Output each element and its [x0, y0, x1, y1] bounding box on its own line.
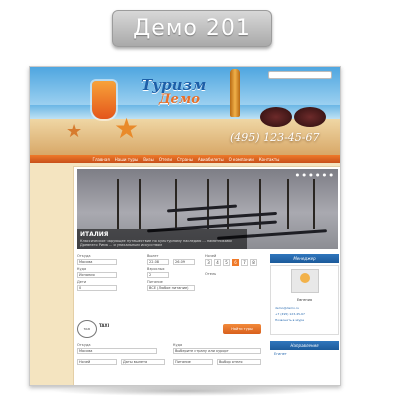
nav-item-home[interactable]: Главная [93, 157, 110, 162]
bottom-from-select[interactable]: Москва [77, 348, 157, 354]
to-select[interactable]: Испания [77, 272, 117, 278]
pole [207, 179, 209, 229]
manager-email[interactable]: demo@demo.ru [275, 306, 299, 310]
pole [175, 179, 177, 229]
sidebar: Менеджер Евгения demo@demo.ru +7 (495) 1… [270, 254, 339, 384]
sunglasses-image [256, 107, 328, 129]
main-nav: Главная Наши туры Визы Отели Страны Авиа… [30, 155, 340, 163]
manager-avatar [291, 269, 319, 293]
gondola [187, 211, 277, 222]
bottom-nights-select[interactable]: Ночей [77, 359, 117, 365]
bottom-meal-select[interactable]: Питание [173, 359, 213, 365]
logo-line-2: Демо [159, 92, 200, 107]
site-preview[interactable]: ★ ★ Туризм Демо (495) 123-45-67 Главная … [29, 66, 341, 386]
date-to-input[interactable]: 26.09 [173, 259, 195, 265]
tour-search-form: Откуда Москва Куда Испания Дети 0 Вылет … [77, 254, 265, 310]
slider-title: ИТАЛИЯ [80, 231, 109, 238]
meal-label: Питание [147, 280, 163, 284]
nights-option[interactable]: 7 [241, 259, 248, 266]
adults-select[interactable]: 2 [147, 272, 169, 278]
date-from-input[interactable]: 22.08 [147, 259, 169, 265]
bottom-to-select[interactable]: Выберите страну или курорт [173, 348, 261, 354]
directions-item[interactable]: Египет [270, 352, 339, 356]
nav-item-tours[interactable]: Наши туры [115, 157, 138, 162]
stage: Демо 201 ★ ★ Туризм Демо (495) 123-45-67… [0, 0, 400, 400]
taxi-banner: TAXI TAXI Найти туры [77, 317, 265, 339]
find-tours-button[interactable]: Найти туры [223, 324, 261, 334]
directions-header: Направления [270, 341, 339, 350]
pole [117, 179, 119, 229]
bottom-hotels-select[interactable]: Выбор отеля [217, 359, 261, 365]
slider-caption: ИТАЛИЯ Классическое чарующее путешествие… [77, 229, 247, 249]
from-select[interactable]: Москва [77, 259, 117, 265]
nav-item-countries[interactable]: Страны [177, 157, 193, 162]
slider-pager[interactable]: ● ● ● ● ● ● [296, 172, 334, 177]
content-area: ● ● ● ● ● ● ИТАЛИЯ Классическое чарующее… [73, 166, 340, 385]
manager-name: Евгения [297, 298, 312, 302]
adults-label: Взрослых [147, 267, 165, 271]
bottom-from-label: Откуда [77, 343, 91, 347]
starfish-icon: ★ [114, 112, 140, 145]
nights-option[interactable]: 4 [214, 259, 221, 266]
manager-header: Менеджер [270, 254, 339, 263]
meal-select[interactable]: ВСЕ (Любое питание) [147, 285, 195, 291]
children-select[interactable]: 0 [77, 285, 117, 291]
nav-item-visas[interactable]: Визы [143, 157, 154, 162]
manager-phone: +7 (495) 123-45-67 [275, 312, 305, 316]
pole [139, 179, 141, 229]
hero-slider[interactable]: ● ● ● ● ● ● ИТАЛИЯ Классическое чарующее… [77, 169, 338, 249]
nights-option-selected[interactable]: 6 [232, 259, 239, 266]
nav-item-hotels[interactable]: Отели [159, 157, 172, 162]
bottle-image [230, 69, 240, 117]
to-label: Куда [77, 267, 87, 271]
hotel-stars-label: Отель [205, 272, 217, 276]
lens-left [260, 107, 292, 127]
departure-label: Вылет [147, 254, 159, 258]
preview-shadow [50, 386, 320, 396]
pole [287, 179, 289, 229]
cocktail-image [92, 81, 116, 119]
bottom-dates-select[interactable]: Даты вылета [121, 359, 165, 365]
bottom-to-label: Куда [173, 343, 183, 347]
lens-right [294, 107, 326, 127]
nights-option[interactable]: 8 [250, 259, 257, 266]
header-phone: (495) 123-45-67 [230, 131, 320, 144]
starfish-small-icon: ★ [66, 121, 83, 142]
secondary-search-form: Откуда Москва Куда Выберите страну или к… [77, 343, 265, 385]
site-logo[interactable]: Туризм Демо [141, 76, 206, 107]
from-label: Откуда [77, 254, 91, 258]
taxi-logo: TAXI [77, 320, 97, 338]
nights-option[interactable]: 5 [223, 259, 230, 266]
pole [313, 179, 315, 229]
search-input[interactable] [268, 71, 332, 79]
slider-description: Классическое чарующее путешествие по кул… [80, 239, 232, 247]
manager-card: Евгения demo@demo.ru +7 (495) 123-45-67 … [270, 265, 339, 335]
nav-item-flights[interactable]: Авиабилеты [198, 157, 224, 162]
site-header: ★ ★ Туризм Демо (495) 123-45-67 [30, 67, 340, 155]
children-label: Дети [77, 280, 87, 284]
nights-label: Ночей [205, 254, 217, 258]
manager-skype[interactable]: Позвонить в skype [275, 318, 304, 322]
nav-item-contacts[interactable]: Контакты [259, 157, 280, 162]
taxi-name: TAXI [99, 323, 110, 328]
pole [227, 179, 229, 229]
demo-label: Демо 201 [112, 10, 272, 47]
nav-item-about[interactable]: О компании [229, 157, 254, 162]
nights-option[interactable]: 3 [205, 259, 212, 266]
